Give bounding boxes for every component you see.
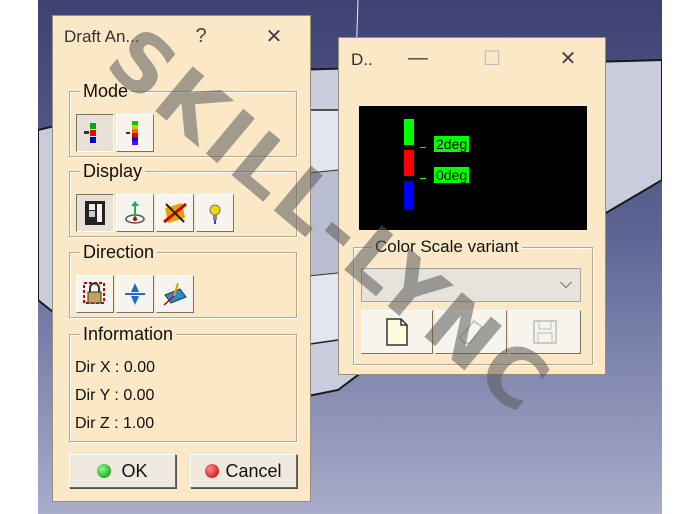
- draft-dialog-title: Draft An...: [64, 27, 140, 46]
- normal-direction-icon: [163, 282, 187, 306]
- ok-button[interactable]: OK: [69, 454, 176, 488]
- lock-direction-button[interactable]: [76, 275, 114, 313]
- cancel-button[interactable]: Cancel: [190, 454, 297, 488]
- scale-tick: [420, 178, 426, 179]
- help-button[interactable]: ?: [186, 22, 216, 50]
- direction-compass-button[interactable]: [116, 275, 154, 313]
- draft-dialog-titlebar[interactable]: Draft An... ? ✕: [53, 16, 310, 56]
- ok-label: OK: [121, 460, 148, 481]
- full-mode-button[interactable]: [116, 114, 154, 152]
- color-scale-variant-label: Color Scale variant: [372, 236, 522, 258]
- color-scale-icon: [85, 201, 105, 225]
- save-disk-icon: [533, 320, 557, 344]
- inspection-button[interactable]: [156, 194, 194, 232]
- scale-tick: [420, 147, 426, 148]
- new-document-icon: [386, 318, 408, 346]
- direction-group: Direction: [69, 241, 297, 318]
- display-label: Display: [80, 160, 146, 182]
- chevron-down-icon: ⌵: [559, 275, 572, 292]
- full-mode-icon: [126, 121, 138, 145]
- close-button[interactable]: ✕: [259, 22, 289, 50]
- information-group: Information Dir X : 0.00 Dir Y : 0.00 Di…: [69, 323, 297, 442]
- information-label: Information: [80, 323, 177, 345]
- color-dialog-title: D..: [351, 50, 373, 69]
- normal-direction-button[interactable]: [156, 275, 194, 313]
- new-variant-button[interactable]: [361, 310, 433, 354]
- direction-label: Direction: [80, 241, 158, 263]
- color-dialog-titlebar[interactable]: D.. — ☐ ✕: [339, 38, 605, 78]
- save-variant-button[interactable]: [509, 310, 581, 354]
- mode-group: Mode: [69, 80, 297, 157]
- red-dot-icon: [205, 464, 220, 478]
- scale-label-upper: 2deg: [434, 136, 470, 152]
- lock-direction-icon: [83, 282, 105, 304]
- scale-label-lower: 0deg: [434, 167, 470, 183]
- compass-direction-icon: [125, 283, 145, 305]
- mode-label: Mode: [80, 80, 132, 102]
- green-dot-icon: [97, 464, 112, 478]
- eraser-icon: [459, 319, 484, 344]
- draft-analysis-dialog: Draft An... ? ✕ Mode Display Direction I…: [52, 15, 311, 502]
- cancel-label: Cancel: [225, 460, 282, 481]
- light-source-button[interactable]: [196, 194, 234, 232]
- red-band: [404, 150, 414, 176]
- dir-y-value: Dir Y : 0.00: [75, 387, 155, 404]
- light-bulb-icon: [209, 204, 221, 224]
- color-scale-display[interactable]: 2deg 0deg: [359, 106, 587, 230]
- display-group: Display: [69, 160, 297, 237]
- erase-variant-button[interactable]: [435, 310, 507, 354]
- maximize-button[interactable]: ☐: [477, 44, 507, 72]
- color-scale-dialog: D.. — ☐ ✕ 2deg 0deg Color Scale variant …: [338, 37, 606, 375]
- minimize-button[interactable]: —: [403, 44, 433, 72]
- dir-x-value: Dir X : 0.00: [75, 359, 156, 376]
- inspection-icon: [163, 202, 187, 224]
- blue-band: [404, 181, 414, 209]
- on-the-fly-icon: [125, 201, 145, 224]
- on-the-fly-button[interactable]: [116, 194, 154, 232]
- green-band: [404, 119, 414, 145]
- variant-select[interactable]: ⌵: [361, 268, 581, 302]
- dir-z-value: Dir Z : 1.00: [75, 415, 155, 432]
- quick-mode-icon: [84, 123, 96, 143]
- quick-mode-button[interactable]: [76, 114, 114, 152]
- close-button[interactable]: ✕: [553, 44, 583, 72]
- color-scale-toggle-button[interactable]: [76, 194, 114, 232]
